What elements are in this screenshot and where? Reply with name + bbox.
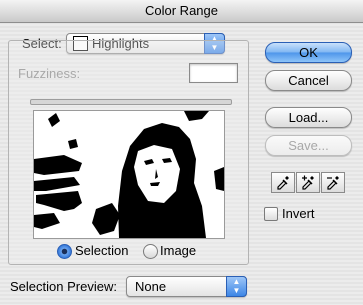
image-radio[interactable] <box>143 244 158 259</box>
ok-button[interactable]: OK <box>265 42 352 63</box>
selection-radio-label[interactable]: Selection <box>75 243 128 258</box>
fuzziness-slider[interactable] <box>30 99 232 105</box>
eyedropper-icon[interactable] <box>271 172 295 193</box>
eyedropper-plus-icon[interactable] <box>296 172 320 193</box>
save-button[interactable]: Save... <box>265 135 352 156</box>
load-button[interactable]: Load... <box>265 107 352 128</box>
invert-checkbox[interactable] <box>264 207 278 221</box>
cancel-button[interactable]: Cancel <box>265 70 352 91</box>
eyedropper-minus-icon[interactable] <box>321 172 345 193</box>
fuzziness-field[interactable] <box>189 63 238 83</box>
fuzziness-label: Fuzziness: <box>18 66 81 81</box>
selection-preview-label: Selection Preview: <box>10 279 117 294</box>
popup-arrows-icon: ▲ ▼ <box>226 276 247 297</box>
mask-preview-graphic <box>34 111 224 238</box>
title-bar: Color Range <box>0 0 363 23</box>
invert-label[interactable]: Invert <box>282 206 315 221</box>
image-radio-label[interactable]: Image <box>160 243 196 258</box>
window-title: Color Range <box>145 3 218 18</box>
selection-radio[interactable] <box>57 244 72 259</box>
selection-preview-image[interactable] <box>33 110 225 239</box>
selection-preview-popup[interactable]: None ▲ ▼ <box>126 276 247 297</box>
selection-preview-value: None <box>135 279 167 294</box>
